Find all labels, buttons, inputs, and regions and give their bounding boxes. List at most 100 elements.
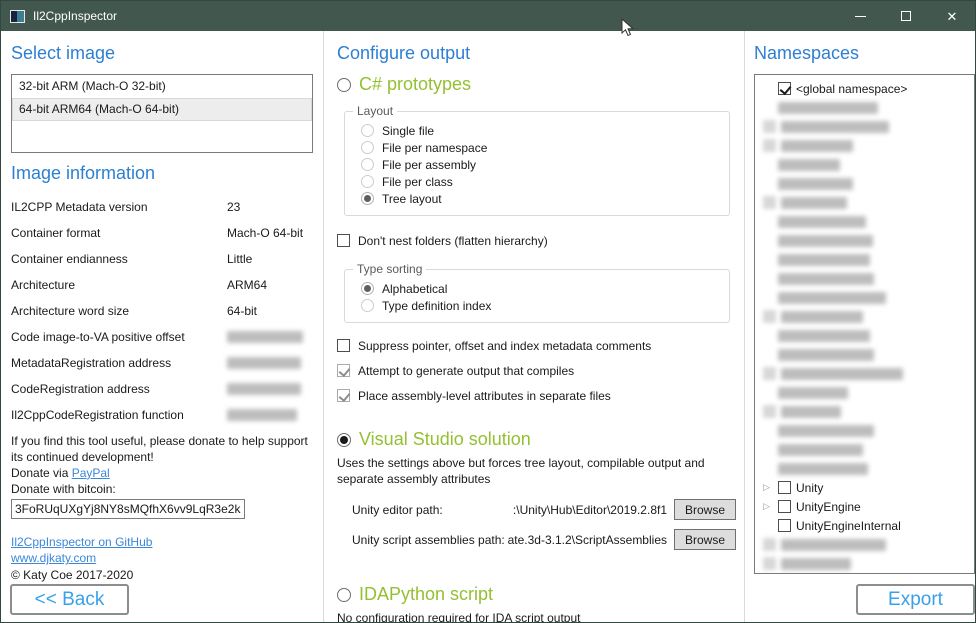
- namespace-label: <global namespace>: [796, 82, 907, 96]
- namespace-item-redacted: [755, 383, 974, 402]
- donate-bitcoin-label: Donate with bitcoin:: [11, 482, 313, 498]
- window-title: Il2CppInspector: [33, 9, 117, 23]
- namespace-item-redacted: [755, 288, 974, 307]
- layout-option-label: File per class: [382, 175, 453, 189]
- output-option-checkboxes: Suppress pointer, offset and index metad…: [337, 336, 736, 405]
- image-list-item[interactable]: 64-bit ARM64 (Mach-O 64-bit): [12, 98, 312, 121]
- redacted-checkbox: [763, 557, 776, 570]
- paypal-link[interactable]: PayPal: [72, 466, 110, 480]
- output-option-0-row[interactable]: Suppress pointer, offset and index metad…: [337, 336, 736, 355]
- expander-icon[interactable]: ▷: [763, 483, 773, 492]
- output-option-2-checkbox[interactable]: [337, 389, 350, 402]
- namespace-checkbox[interactable]: [778, 481, 791, 494]
- namespace-item[interactable]: <global namespace>: [755, 79, 974, 98]
- type-sorting-option[interactable]: Alphabetical: [361, 280, 721, 297]
- image-list-item[interactable]: 32-bit ARM (Mach-O 32-bit): [12, 75, 312, 98]
- expander-icon[interactable]: ▷: [763, 502, 773, 511]
- redacted-checkbox: [763, 120, 776, 133]
- redacted-namespace-name: [778, 216, 866, 228]
- output-option-1-checkbox[interactable]: [337, 364, 350, 377]
- layout-radio[interactable]: [361, 175, 374, 188]
- minimize-button[interactable]: [837, 1, 883, 31]
- flatten-hierarchy-checkbox-row[interactable]: Don't nest folders (flatten hierarchy): [337, 231, 736, 250]
- namespace-checkbox[interactable]: [778, 519, 791, 532]
- layout-option[interactable]: Tree layout: [361, 190, 721, 207]
- back-button[interactable]: << Back: [10, 584, 129, 615]
- maximize-icon: [901, 11, 911, 21]
- layout-groupbox: Layout Single fileFile per namespaceFile…: [344, 111, 730, 216]
- layout-option[interactable]: File per assembly: [361, 156, 721, 173]
- namespace-item-redacted: [755, 98, 974, 117]
- info-label: Code image-to-VA positive offset: [11, 324, 227, 350]
- github-link[interactable]: Il2CppInspector on GitHub: [11, 534, 152, 551]
- namespace-item[interactable]: ▷UnityEngine: [755, 497, 974, 516]
- redacted-namespace-name: [778, 102, 878, 114]
- export-button[interactable]: Export: [856, 584, 975, 615]
- namespace-label: UnityEngineInternal: [796, 519, 901, 533]
- flatten-hierarchy-label: Don't nest folders (flatten hierarchy): [358, 234, 548, 248]
- namespace-item-redacted: [755, 459, 974, 478]
- idapython-option[interactable]: IDAPython script: [337, 584, 736, 605]
- namespaces-listbox[interactable]: <global namespace> ▷Unity▷UnityEngine Unit…: [754, 74, 975, 574]
- redacted-namespace-name: [781, 539, 886, 551]
- close-button[interactable]: ✕: [929, 1, 975, 31]
- redacted-namespace-name: [778, 444, 863, 456]
- namespace-item-redacted: [755, 440, 974, 459]
- namespace-checkbox[interactable]: [778, 500, 791, 513]
- namespace-item[interactable]: UnityEngineInternal: [755, 516, 974, 535]
- layout-radio[interactable]: [361, 192, 374, 205]
- type-sorting-option-label: Type definition index: [382, 299, 491, 313]
- csharp-prototypes-label: C# prototypes: [359, 74, 471, 95]
- flatten-hierarchy-checkbox[interactable]: [337, 234, 350, 247]
- visual-studio-radio[interactable]: [337, 433, 351, 447]
- visual-studio-option[interactable]: Visual Studio solution: [337, 429, 736, 450]
- redacted-namespace-name: [781, 121, 889, 133]
- namespace-checkbox[interactable]: [778, 82, 791, 95]
- output-option-1-row[interactable]: Attempt to generate output that compiles: [337, 361, 736, 380]
- idapython-radio[interactable]: [337, 588, 351, 602]
- namespace-item-redacted: [755, 269, 974, 288]
- website-link[interactable]: www.djkaty.com: [11, 550, 96, 567]
- redacted-checkbox: [763, 196, 776, 209]
- unity-script-path-value: ate.3d-3.1.2\ScriptAssemblies: [505, 533, 674, 547]
- info-value: ARM64: [227, 272, 313, 298]
- namespaces-panel: Namespaces <global namespace>▷Unity▷Unit…: [745, 31, 976, 622]
- unity-script-browse-button[interactable]: Browse: [674, 529, 736, 550]
- layout-option[interactable]: File per namespace: [361, 139, 721, 156]
- bitcoin-address-input[interactable]: [11, 499, 245, 519]
- namespace-item[interactable]: ▷Unity: [755, 478, 974, 497]
- info-value: 64-bit: [227, 298, 313, 324]
- csharp-prototypes-option[interactable]: C# prototypes: [337, 74, 736, 95]
- layout-radio[interactable]: [361, 141, 374, 154]
- layout-option[interactable]: File per class: [361, 173, 721, 190]
- redacted-namespace-name: [781, 368, 903, 380]
- namespaces-title: Namespaces: [754, 43, 975, 64]
- namespace-item-redacted: [755, 326, 974, 345]
- redacted-value: [227, 357, 301, 369]
- unity-editor-browse-button[interactable]: Browse: [674, 499, 736, 520]
- redacted-namespace-name: [778, 330, 870, 342]
- layout-radio[interactable]: [361, 158, 374, 171]
- redacted-checkbox: [763, 367, 776, 380]
- maximize-button[interactable]: [883, 1, 929, 31]
- info-value: Mach-O 64-bit: [227, 220, 313, 246]
- minimize-icon: [855, 16, 866, 17]
- unity-script-path-label: Unity script assemblies path:: [352, 533, 505, 547]
- donate-text: If you find this tool useful, please don…: [11, 434, 313, 466]
- layout-option[interactable]: Single file: [361, 122, 721, 139]
- output-option-2-row[interactable]: Place assembly-level attributes in separ…: [337, 386, 736, 405]
- namespace-item-redacted: [755, 117, 974, 136]
- info-label: Container format: [11, 220, 227, 246]
- redacted-namespace-name: [778, 425, 874, 437]
- csharp-prototypes-radio[interactable]: [337, 78, 351, 92]
- type-sorting-radio[interactable]: [361, 299, 374, 312]
- type-sorting-option[interactable]: Type definition index: [361, 297, 721, 314]
- output-option-0-checkbox[interactable]: [337, 339, 350, 352]
- type-sorting-radio[interactable]: [361, 282, 374, 295]
- layout-group-label: Layout: [353, 104, 397, 118]
- layout-radio[interactable]: [361, 124, 374, 137]
- redacted-checkbox: [763, 310, 776, 323]
- namespace-item-redacted: [755, 307, 974, 326]
- idapython-label: IDAPython script: [359, 584, 493, 605]
- namespace-item-redacted: [755, 155, 974, 174]
